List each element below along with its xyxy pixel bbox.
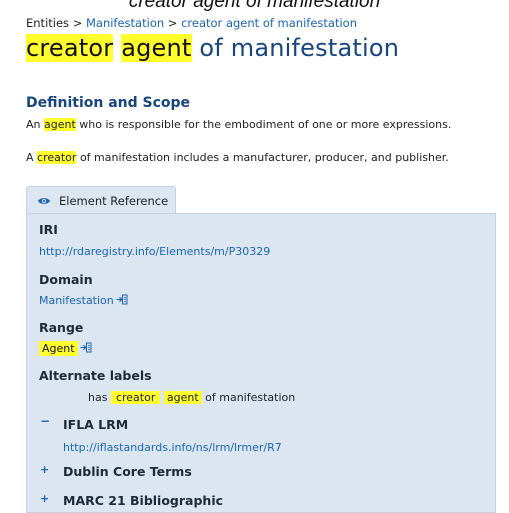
expand-toggle-marc[interactable]: +: [40, 492, 49, 505]
range-link[interactable]: Agent: [39, 341, 92, 356]
definition-text: A: [26, 151, 34, 164]
eye-icon: [37, 196, 51, 206]
alt-label-highlight-agent: agent: [163, 391, 202, 404]
definition-heading: Definition and Scope: [26, 95, 191, 111]
breadcrumb: Entities > Manifestation > creator agent…: [26, 16, 357, 30]
alt-label-text: of manifestation: [205, 391, 296, 404]
definition-text: An: [26, 118, 41, 131]
definition-text: of manifestation includes a manufacturer…: [79, 151, 449, 164]
alternate-label-value: has creator agent of manifestation: [88, 391, 295, 404]
title-highlight-creator: creator: [26, 34, 114, 62]
definition-highlight-creator: creator: [37, 151, 77, 164]
page-caption: creator agent of manifestation: [128, 0, 381, 12]
definition-text: who is responsible for the embodiment of…: [79, 118, 452, 131]
definition-line-1: An agent who is responsible for the embo…: [26, 118, 451, 131]
page-title: creator agent of manifestation: [26, 34, 399, 62]
range-label: Range: [39, 320, 84, 335]
alt-label-highlight-creator: creator: [110, 391, 161, 404]
alt-label-text: has: [88, 391, 108, 404]
expand-toggle-dublin[interactable]: +: [40, 463, 49, 476]
iri-label: IRI: [39, 222, 58, 237]
definition-line-2: A creator of manifestation includes a ma…: [26, 151, 449, 164]
ifla-link[interactable]: http://iflastandards.info/ns/lrm/lrmer/R…: [63, 441, 282, 454]
range-value-highlight: Agent: [39, 341, 78, 356]
title-highlight-agent: agent: [121, 34, 192, 62]
enter-icon: [80, 342, 92, 356]
ifla-lrm-label[interactable]: IFLA LRM: [63, 417, 128, 432]
dublin-core-label[interactable]: Dublin Core Terms: [63, 464, 192, 479]
breadcrumb-link-manifestation[interactable]: Manifestation: [86, 16, 164, 30]
enter-icon: [116, 294, 128, 308]
marc21-label[interactable]: MARC 21 Bibliographic: [63, 493, 223, 508]
tab-element-reference[interactable]: Element Reference: [26, 186, 176, 214]
domain-label: Domain: [39, 272, 93, 287]
title-rest: of manifestation: [199, 34, 400, 62]
tab-label: Element Reference: [59, 193, 169, 208]
iri-link[interactable]: http://rdaregistry.info/Elements/m/P3032…: [39, 245, 270, 258]
collapse-toggle-ifla[interactable]: −: [40, 414, 50, 428]
domain-link[interactable]: Manifestation: [39, 294, 128, 308]
breadcrumb-root[interactable]: Entities: [26, 16, 69, 30]
breadcrumb-separator: >: [72, 16, 83, 30]
domain-value: Manifestation: [39, 294, 114, 307]
breadcrumb-link-current[interactable]: creator agent of manifestation: [181, 16, 357, 30]
alternate-labels-label: Alternate labels: [39, 368, 152, 383]
definition-highlight-agent: agent: [44, 118, 76, 131]
breadcrumb-separator: >: [167, 16, 178, 30]
